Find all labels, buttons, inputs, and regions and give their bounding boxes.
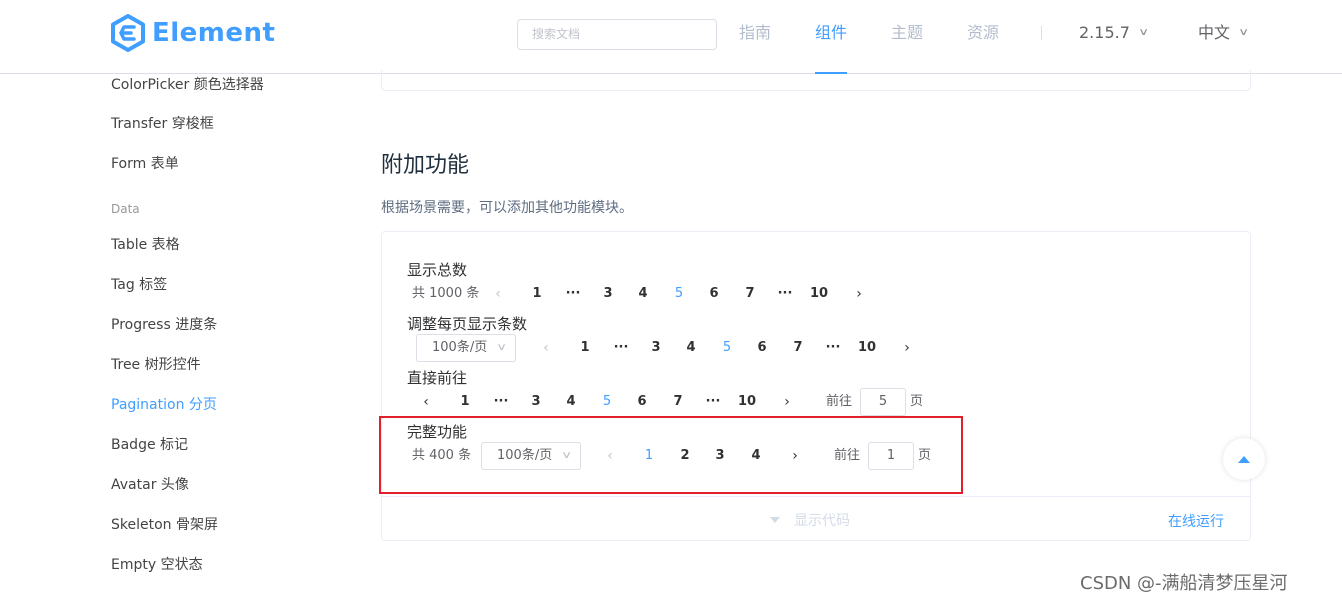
sidebar-item-skeleton[interactable]: Skeleton 骨架屏 <box>111 514 218 534</box>
pager-item-active[interactable]: 5 <box>669 280 689 308</box>
pager-item-active[interactable]: 5 <box>597 388 617 416</box>
pager-item[interactable]: 4 <box>633 280 653 308</box>
goto-label: 前往 <box>826 394 853 409</box>
caret-up-icon <box>1238 455 1250 463</box>
logo-text: Element <box>152 18 276 48</box>
version-select[interactable]: 2.15.7 ∨ <box>1079 0 1150 66</box>
pager-item[interactable]: 7 <box>668 388 688 416</box>
block-title-jumper: 直接前往 <box>407 369 468 387</box>
pager-item[interactable]: 6 <box>752 334 772 362</box>
chevron-left-icon[interactable]: ‹ <box>536 334 556 362</box>
pager-item[interactable]: 4 <box>681 334 701 362</box>
pager-more[interactable]: ··· <box>823 334 843 362</box>
chevron-left-icon[interactable]: ‹ <box>416 388 436 416</box>
block-title-total: 显示总数 <box>407 261 468 279</box>
nav-resource[interactable]: 资源 <box>967 0 999 74</box>
pagination-sizes: 100条/页 ∨ ‹ 1 ··· 3 4 5 6 7 ··· 10 › <box>416 334 916 362</box>
chevron-right-icon[interactable]: › <box>849 280 869 308</box>
pager-more[interactable]: ··· <box>563 280 583 308</box>
run-online-link[interactable]: 在线运行 <box>1168 511 1224 531</box>
sidebar-item-pagination[interactable]: Pagination 分页 <box>111 394 217 414</box>
page-suffix: 页 <box>910 394 924 409</box>
chevron-down-icon: ∨ <box>495 342 507 353</box>
language-label: 中文 <box>1198 23 1231 42</box>
chevron-right-icon[interactable]: › <box>897 334 917 362</box>
pager-item[interactable]: 1 <box>575 334 595 362</box>
sidebar-item-progress[interactable]: Progress 进度条 <box>111 314 217 334</box>
demo-block: 显示总数 共 1000 条 ‹ 1 ··· 3 4 5 6 7 ··· 10 ›… <box>381 231 1251 541</box>
search-input[interactable]: 搜索文档 <box>517 19 717 50</box>
back-to-top-button[interactable] <box>1223 438 1265 480</box>
nav-component[interactable]: 组件 <box>815 0 848 74</box>
nav-theme[interactable]: 主题 <box>891 0 923 74</box>
demo-footer: 显示代码 在线运行 <box>382 496 1250 540</box>
sidebar-item-form[interactable]: Form 表单 <box>111 153 179 173</box>
chevron-down-icon: ∨ <box>1238 27 1250 38</box>
watermark: CSDN @-满船清梦压星河 <box>1080 573 1288 594</box>
sidebar-item-avatar[interactable]: Avatar 头像 <box>111 474 189 494</box>
pager-item[interactable]: 4 <box>561 388 581 416</box>
pagination-jumper: ‹ 1 ··· 3 4 5 6 7 ··· 10 › 前往 5 页 <box>416 388 936 416</box>
sidebar-group-data: Data <box>111 202 140 216</box>
previous-demo-box <box>381 70 1251 91</box>
language-select[interactable]: 中文 ∨ <box>1198 0 1250 66</box>
highlight-annotation-box <box>379 416 963 494</box>
goto-input[interactable]: 5 <box>860 388 907 416</box>
pager-more[interactable]: ··· <box>611 334 631 362</box>
block-title-sizes: 调整每页显示条数 <box>407 315 528 333</box>
pager-more[interactable]: ··· <box>703 388 723 416</box>
element-logo-icon <box>111 14 145 52</box>
pagination-total: 共 1000 条 ‹ 1 ··· 3 4 5 6 7 ··· 10 › <box>412 280 872 308</box>
chevron-down-icon: ∨ <box>1138 27 1150 38</box>
sidebar-item-badge[interactable]: Badge 标记 <box>111 434 188 454</box>
section-title: 附加功能 <box>381 153 470 178</box>
chevron-right-icon[interactable]: › <box>777 388 797 416</box>
page-jumper: 前往 5 页 <box>826 388 923 416</box>
pager-item[interactable]: 1 <box>455 388 475 416</box>
sidebar-item-tag[interactable]: Tag 标签 <box>111 274 167 294</box>
pager-item-active[interactable]: 5 <box>717 334 737 362</box>
page-size-value: 100条/页 <box>432 340 488 355</box>
pager-item[interactable]: 1 <box>527 280 547 308</box>
pager-item[interactable]: 3 <box>646 334 666 362</box>
header-divider <box>1041 26 1042 40</box>
pager-item[interactable]: 3 <box>526 388 546 416</box>
caret-down-icon <box>770 517 780 523</box>
sidebar-item-table[interactable]: Table 表格 <box>111 234 180 254</box>
show-code-button[interactable]: 显示代码 <box>770 510 850 530</box>
sidebar-item-tree[interactable]: Tree 树形控件 <box>111 354 201 374</box>
top-header: Element 搜索文档 指南 组件 主题 资源 2.15.7 ∨ 中文 ∨ <box>0 0 1342 74</box>
section-description: 根据场景需要，可以添加其他功能模块。 <box>381 200 633 216</box>
sidebar-item-colorpicker[interactable]: ColorPicker 颜色选择器 <box>111 74 264 94</box>
sidebar-item-transfer[interactable]: Transfer 穿梭框 <box>111 113 214 133</box>
pager-item[interactable]: 10 <box>737 388 757 416</box>
pager-item[interactable]: 10 <box>857 334 877 362</box>
sidebar-item-empty[interactable]: Empty 空状态 <box>111 554 203 574</box>
nav-guide[interactable]: 指南 <box>739 0 771 74</box>
pager-more[interactable]: ··· <box>775 280 795 308</box>
pager-item[interactable]: 6 <box>632 388 652 416</box>
pager-item[interactable]: 7 <box>788 334 808 362</box>
pager-item[interactable]: 10 <box>809 280 829 308</box>
sidebar: ColorPicker 颜色选择器 Transfer 穿梭框 Form 表单 D… <box>0 74 300 600</box>
pager-item[interactable]: 3 <box>598 280 618 308</box>
element-logo[interactable]: Element <box>110 14 275 52</box>
pager-item[interactable]: 6 <box>704 280 724 308</box>
page-size-select[interactable]: 100条/页 ∨ <box>416 334 516 362</box>
show-code-label: 显示代码 <box>794 513 850 529</box>
pagination-total-text: 共 1000 条 <box>412 286 480 301</box>
version-label: 2.15.7 <box>1079 23 1130 42</box>
pager-item[interactable]: 7 <box>740 280 760 308</box>
pager-more[interactable]: ··· <box>491 388 511 416</box>
chevron-left-icon[interactable]: ‹ <box>488 280 508 308</box>
